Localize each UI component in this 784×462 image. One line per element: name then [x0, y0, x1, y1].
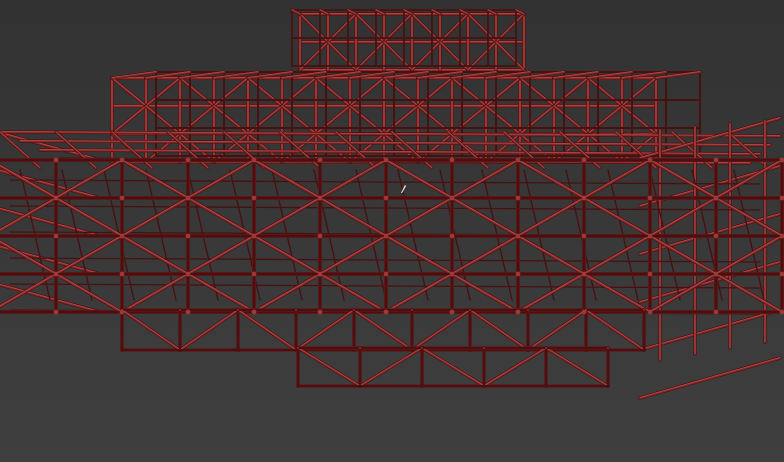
- truss-back-layer: [0, 8, 784, 400]
- truss-front-layer: [0, 157, 784, 388]
- arrow-pointer-icon: [401, 185, 406, 193]
- truss-structure-model[interactable]: [0, 0, 784, 462]
- 3d-viewport[interactable]: [0, 0, 784, 462]
